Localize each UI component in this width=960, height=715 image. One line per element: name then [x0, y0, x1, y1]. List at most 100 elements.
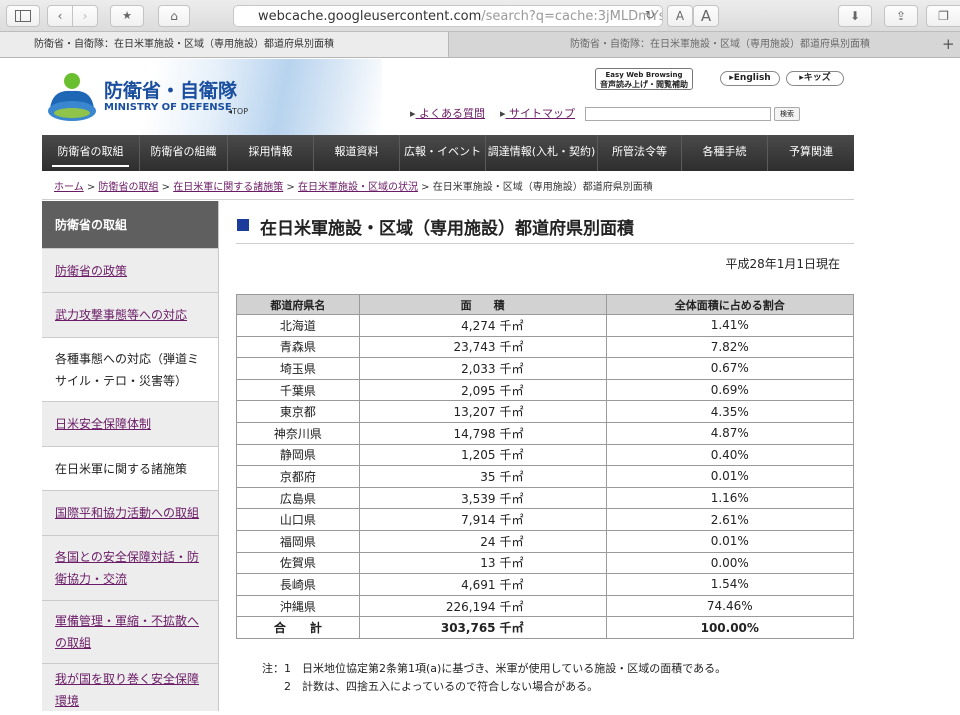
prefecture-cell: 京都府: [236, 465, 360, 488]
prefecture-cell: 青森県: [236, 335, 360, 359]
ewb-line2: 音声読み上げ・閲覧補助: [600, 80, 688, 89]
ministry-logo-icon[interactable]: [44, 69, 100, 125]
web-page: 防衛省・自衛隊 MINISTRY OF DEFENSE ◂TOP Easy We…: [0, 59, 960, 711]
area-value: 35: [480, 469, 496, 484]
breadcrumb-link[interactable]: ホーム: [54, 182, 84, 193]
arrow-icon: ▸: [500, 107, 506, 120]
breadcrumb-link[interactable]: 防衛省の取組: [98, 182, 158, 193]
prefecture-cell: 山口県: [236, 508, 360, 531]
search-button[interactable]: 検索: [774, 107, 800, 121]
main-content: 在日米軍施設・区域（専用施設）都道府県別面積 平成28年1月1日現在 都道府県名…: [236, 201, 855, 711]
prefecture-cell: 千葉県: [236, 378, 360, 402]
table-row: 京都府 35 千㎡ 0.01%: [236, 465, 855, 488]
share-cell: 0.01%: [605, 465, 855, 488]
sidebar-toggle-icon[interactable]: [6, 5, 40, 27]
download-icon[interactable]: ⬇: [838, 5, 872, 27]
prefecture-cell: 広島県: [236, 486, 360, 510]
english-button[interactable]: ▸English: [720, 71, 780, 86]
area-value: 3,539: [461, 491, 496, 506]
font-smaller-button[interactable]: A: [667, 5, 693, 27]
sidebar-item-security-dialogue[interactable]: 各国との安全保障対話・防衛協力・交流: [42, 535, 218, 600]
font-larger-button[interactable]: A: [693, 5, 719, 27]
share-cell: 4.87%: [605, 421, 855, 445]
sidebar-item-peace-cooperation[interactable]: 国際平和協力活動への取組: [42, 490, 218, 535]
breadcrumb-current: 在日米軍施設・区域（専用施設）都道府県別面積: [432, 182, 653, 193]
area-unit: 千㎡: [499, 534, 524, 549]
area-unit: 千㎡: [499, 513, 524, 528]
page-heading: 在日米軍施設・区域（専用施設）都道府県別面積: [236, 212, 854, 244]
site-logo-en[interactable]: MINISTRY OF DEFENSE: [104, 102, 232, 113]
site-logo-ja[interactable]: 防衛省・自衛隊: [104, 76, 237, 103]
home-icon[interactable]: ⌂: [158, 5, 190, 27]
site-search-input[interactable]: [585, 107, 771, 121]
breadcrumb-link[interactable]: 在日米軍に関する諸施策: [173, 182, 283, 193]
gnav-item[interactable]: 各種手続: [682, 135, 768, 171]
arrow-icon: ▸: [410, 107, 416, 120]
area-value: 4,274: [461, 318, 496, 333]
tabs-overview-icon[interactable]: ❐: [926, 5, 960, 27]
gnav-item[interactable]: 報道資料: [314, 135, 400, 171]
prefecture-cell: 神奈川県: [236, 421, 360, 445]
sidebar-item-arms-control[interactable]: 軍備管理・軍縮・不拡散への取組: [42, 600, 218, 663]
sidebar-item-usfj-measures[interactable]: 在日米軍に関する諸施策: [42, 446, 218, 490]
forward-button[interactable]: ›: [72, 5, 98, 27]
prefecture-cell: 佐賀県: [236, 551, 360, 575]
column-header: 都道府県名: [236, 294, 360, 315]
kids-button[interactable]: ▸キッズ: [786, 71, 844, 86]
new-tab-button[interactable]: +: [936, 32, 960, 57]
easy-web-browsing-button[interactable]: Easy Web Browsing 音声読み上げ・閲覧補助: [595, 68, 693, 90]
reload-icon[interactable]: ↻: [640, 7, 660, 25]
gnav-item[interactable]: 防衛省の取組: [42, 135, 140, 171]
table-row: 北海道 4,274 千㎡ 1.41%: [236, 314, 855, 337]
breadcrumb-link[interactable]: 在日米軍施設・区域の状況: [298, 182, 418, 193]
table-row: 山口県 7,914 千㎡ 2.61%: [236, 508, 855, 531]
area-unit: 千㎡: [499, 405, 524, 420]
tab-inactive[interactable]: 防衛省・自衛隊：在日米軍施設・区域（専用施設）都道府県別面積: [450, 32, 934, 57]
area-table: 都道府県名 面 積 全体面積に占める割合 北海道 4,274 千㎡ 1.41% 青森県 2…: [236, 294, 855, 639]
share-cell: 2.61%: [605, 508, 855, 531]
table-row: 神奈川県 14,798 千㎡ 4.87%: [236, 421, 855, 445]
prefecture-cell: 福岡県: [236, 529, 360, 553]
area-value: 2,033: [461, 361, 496, 376]
area-unit: 千㎡: [499, 318, 524, 333]
area-unit: 千㎡: [499, 599, 524, 614]
table-row: 東京都 13,207 千㎡ 4.35%: [236, 400, 855, 423]
share-icon[interactable]: ⇪: [884, 5, 918, 27]
share-cell: 4.35%: [605, 400, 855, 423]
top-link[interactable]: ◂TOP: [228, 107, 248, 116]
share-cell: 100.00%: [605, 616, 855, 639]
back-button[interactable]: ‹: [47, 5, 73, 27]
sitemap-link[interactable]: ▸ サイトマップ: [500, 105, 575, 121]
gnav-item[interactable]: 採用情報: [228, 135, 314, 171]
share-cell: 7.82%: [605, 335, 855, 359]
table-row: 長崎県 4,691 千㎡ 1.54%: [236, 573, 855, 596]
sidebar-item-policy[interactable]: 防衛省の政策: [42, 248, 218, 292]
bookmark-star-icon[interactable]: ★: [110, 5, 144, 27]
share-cell: 0.67%: [605, 357, 855, 380]
gnav-item[interactable]: 防衛省の組織: [140, 135, 228, 171]
table-row: 埼玉県 2,033 千㎡ 0.67%: [236, 357, 855, 380]
faq-link[interactable]: ▸ よくある質問: [410, 105, 485, 121]
sidebar-item-armed-attack[interactable]: 武力攻撃事態等への対応: [42, 292, 218, 337]
share-cell: 1.41%: [605, 314, 855, 337]
share-cell: 1.16%: [605, 486, 855, 510]
sidebar-item-contingency[interactable]: 各種事態への対応（弾道ミサイル・テロ・災害等）: [42, 337, 218, 401]
gnav-item[interactable]: 広報・イベント: [400, 135, 486, 171]
sidebar-item-security-environment[interactable]: 我が国を取り巻く安全保障環境: [42, 663, 218, 715]
ewb-line1: Easy Web Browsing: [605, 71, 683, 79]
area-unit: 千㎡: [499, 491, 524, 506]
area-unit: 千㎡: [499, 340, 524, 355]
gnav-item[interactable]: 所管法令等: [598, 135, 682, 171]
url-host: webcache.googleusercontent.com: [258, 9, 482, 24]
tab-active[interactable]: 防衛省・自衛隊：在日米軍施設・区域（専用施設）都道府県別面積: [0, 32, 449, 57]
share-cell: 0.01%: [605, 529, 855, 553]
area-unit: 千㎡: [499, 448, 524, 463]
area-unit: 千㎡: [499, 361, 524, 376]
address-bar[interactable]: webcache.googleusercontent.com/search?q=…: [233, 5, 663, 27]
heading-square-icon: [237, 219, 249, 231]
area-cell: 226,194 千㎡: [358, 594, 607, 618]
sitemap-label: サイトマップ: [509, 107, 576, 120]
gnav-item[interactable]: 調達情報(入札・契約): [486, 135, 598, 171]
sidebar-item-us-japan-security[interactable]: 日米安全保障体制: [42, 401, 218, 446]
gnav-item[interactable]: 予算関連: [768, 135, 854, 171]
